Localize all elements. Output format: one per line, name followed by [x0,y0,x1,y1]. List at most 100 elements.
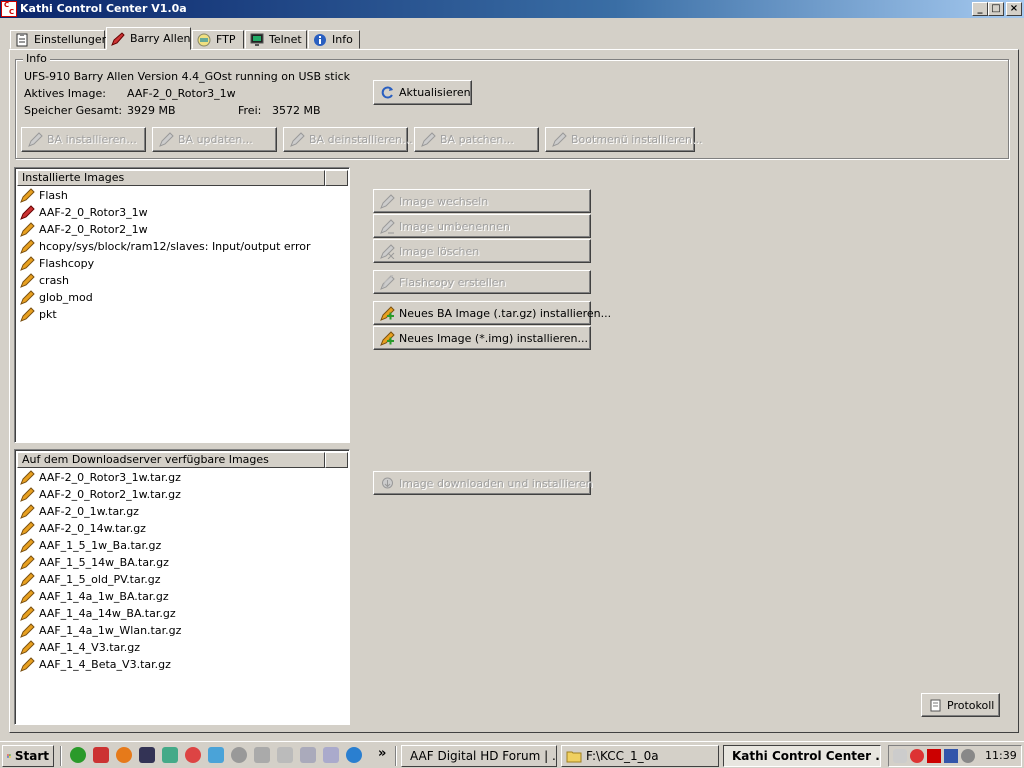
tab-telnet[interactable]: Telnet [245,30,307,49]
quicklaunch-firefox-icon[interactable] [116,747,132,763]
quicklaunch-settings-icon[interactable] [231,747,247,763]
button-label: BA installieren... [47,133,137,146]
close-button[interactable]: × [1006,2,1022,16]
button-label: Image wechseln [399,194,489,208]
pen-icon [380,193,395,209]
start-button[interactable]: Start [2,745,54,767]
quicklaunch-drive-icon[interactable] [254,747,270,763]
list-item-label: Flash [39,189,68,202]
ba-patch-button[interactable]: BA patchen... [414,127,539,152]
list-item[interactable]: AAF-2_0_14w.tar.gz [18,520,346,537]
button-label: Protokoll [947,698,995,712]
tray-gear-icon[interactable] [910,749,924,763]
quicklaunch-drive2-icon[interactable] [277,747,293,763]
list-item[interactable]: crash [18,272,346,289]
windows-logo-icon [7,754,11,758]
refresh-button[interactable]: Aktualisieren [373,80,472,105]
list-item[interactable]: hcopy/sys/block/ram12/slaves: Input/outp… [18,238,346,255]
taskbar-item-forum[interactable]: AAF Digital HD Forum | ... [401,745,557,767]
list-item[interactable]: Flashcopy [18,255,346,272]
quicklaunch-user-icon[interactable] [300,747,316,763]
list-item-label: AAF-2_0_1w.tar.gz [39,505,139,518]
ftp-icon [197,33,211,46]
list-item[interactable]: AAF_1_4a_14w_BA.tar.gz [18,605,346,622]
list-item[interactable]: AAF_1_5_14w_BA.tar.gz [18,554,346,571]
active-image-label: Aktives Image: [24,87,106,100]
quicklaunch-stop-icon[interactable] [185,747,201,763]
clock[interactable]: 11:39 [985,749,1017,762]
button-label: BA patchen... [440,133,514,146]
list-item[interactable]: glob_mod [18,289,346,306]
maximize-button[interactable]: □ [988,2,1004,16]
list-item-label: AAF_1_4a_14w_BA.tar.gz [39,607,176,620]
list-item[interactable]: AAF_1_5_old_PV.tar.gz [18,571,346,588]
ba-uninstall-button[interactable]: BA deinstallieren... [283,127,413,152]
minimize-button[interactable]: _ [972,2,988,16]
download-install-button[interactable]: Image downloaden und installieren [373,471,593,495]
list-item-label: AAF-2_0_Rotor2_1w [39,223,148,236]
switch-image-button[interactable]: Image wechseln [373,189,591,213]
list-item[interactable]: AAF_1_4_Beta_V3.tar.gz [18,656,346,673]
taskbar-item-kcc[interactable]: K Kathi Control Center ... [723,745,881,767]
available-images-header[interactable]: Auf dem Downloadserver verfügbare Images [17,452,325,468]
pen-icon [20,589,35,604]
ba-install-button[interactable]: BA installieren... [21,127,146,152]
list-item[interactable]: AAF_1_4a_1w_Wlan.tar.gz [18,622,346,639]
pen-icon [290,132,305,147]
pen-icon [552,132,567,147]
list-item[interactable]: AAF-2_0_1w.tar.gz [18,503,346,520]
kcc-app-icon[interactable]: CC [1,1,17,17]
list-item[interactable]: AAF-2_0_Rotor3_1w.tar.gz [18,469,346,486]
refresh-icon [381,86,393,99]
installed-images-list[interactable]: Installierte Images Flash AAF-2_0_Rotor3_… [14,167,350,443]
tab-barry-allen[interactable]: Barry Allen [106,27,191,50]
quicklaunch-ie-icon[interactable] [208,747,224,763]
taskbar-item-folder[interactable]: F:\KCC_1_0a [561,745,719,767]
task-label: Kathi Control Center ... [732,749,881,763]
list-item-label: AAF_1_5_1w_Ba.tar.gz [39,539,162,552]
list-item[interactable]: AAF-2_0_Rotor2_1w.tar.gz [18,486,346,503]
tab-ftp[interactable]: FTP [192,30,244,49]
list-item[interactable]: AAF_1_5_1w_Ba.tar.gz [18,537,346,554]
flashcopy-button[interactable]: Flashcopy erstellen [373,270,591,294]
total-storage-value: 3929 MB [127,104,176,117]
list-item[interactable]: Flash [18,187,346,204]
delete-image-button[interactable]: Image löschen [373,239,591,263]
tray-network-icon[interactable] [944,749,958,763]
rename-image-button[interactable]: Image umbenennen [373,214,591,238]
installed-images-header[interactable]: Installierte Images [17,170,325,186]
system-tray: 11:39 [888,745,1022,767]
protocol-button[interactable]: Protokoll [921,693,1000,717]
tray-expand-icon[interactable] [893,749,907,763]
quicklaunch-network-icon[interactable] [162,747,178,763]
pen-icon [20,640,35,655]
add-image-icon [380,305,395,321]
button-label: Image umbenennen [399,219,510,233]
quicklaunch-media-icon[interactable] [139,747,155,763]
list-item[interactable]: AAF_1_4_V3.tar.gz [18,639,346,656]
quicklaunch-mail-icon[interactable] [93,747,109,763]
tab-einstellungen[interactable]: Einstellungen [10,30,109,49]
tab-info[interactable]: Info [308,30,360,49]
install-ba-image-button[interactable]: Neues BA Image (.tar.gz) installieren... [373,301,611,325]
pen-icon [20,470,35,485]
tray-k-icon[interactable] [927,749,941,763]
available-items: AAF-2_0_Rotor3_1w.tar.gz AAF-2_0_Rotor2_1… [18,469,346,673]
list-item[interactable]: AAF-2_0_Rotor2_1w [18,221,346,238]
quicklaunch-more-chevron[interactable]: » [378,746,386,761]
list-item[interactable]: pkt [18,306,346,323]
folder-icon [566,751,582,763]
quicklaunch-app-icon[interactable] [70,747,86,763]
pen-icon [20,256,35,271]
pen-icon [20,487,35,502]
quicklaunch-browser-icon[interactable] [346,747,362,763]
quicklaunch-user2-icon[interactable] [323,747,339,763]
title-bar[interactable]: CC Kathi Control Center V1.0a _ □ × [0,0,1024,18]
install-img-button[interactable]: Neues Image (*.img) installieren... [373,326,591,350]
ba-update-button[interactable]: BA updaten... [152,127,277,152]
bootmenu-install-button[interactable]: Bootmenü installieren... [545,127,703,152]
list-item[interactable]: AAF-2_0_Rotor3_1w [18,204,346,221]
list-item[interactable]: AAF_1_4a_1w_BA.tar.gz [18,588,346,605]
available-images-list[interactable]: Auf dem Downloadserver verfügbare Images… [14,449,350,725]
tray-volume-icon[interactable] [961,749,975,763]
